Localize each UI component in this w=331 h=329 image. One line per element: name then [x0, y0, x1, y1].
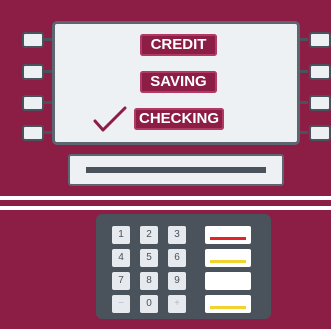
key-7[interactable]: 7 — [112, 272, 130, 290]
enter-key[interactable] — [205, 295, 251, 313]
option-credit[interactable]: CREDIT — [140, 34, 217, 56]
divider-stripe — [0, 206, 331, 210]
left-side-button-2[interactable] — [22, 64, 44, 80]
clear-key[interactable] — [205, 249, 251, 267]
key-8[interactable]: 8 — [140, 272, 158, 290]
atm-screen: CREDIT SAVING CHECKING — [52, 21, 300, 145]
divider-stripe — [0, 196, 331, 200]
left-side-button-4[interactable] — [22, 125, 44, 141]
key-2[interactable]: 2 — [140, 226, 158, 244]
side-button-connector — [43, 131, 52, 134]
right-side-button-4[interactable] — [309, 125, 331, 141]
key-5[interactable]: 5 — [140, 249, 158, 267]
atm-machine: CREDIT SAVING CHECKING 1 2 3 4 5 6 7 8 9… — [0, 0, 331, 329]
key-4[interactable]: 4 — [112, 249, 130, 267]
checkmark-icon — [93, 106, 127, 132]
blank-key[interactable] — [205, 272, 251, 290]
right-side-button-1[interactable] — [309, 32, 331, 48]
side-button-connector — [43, 101, 52, 104]
key-9[interactable]: 9 — [168, 272, 186, 290]
cancel-key[interactable] — [205, 226, 251, 244]
enter-key-stripe — [210, 306, 246, 309]
key-6[interactable]: 6 — [168, 249, 186, 267]
option-saving[interactable]: SAVING — [140, 71, 217, 93]
key-minus[interactable]: − — [112, 295, 130, 313]
option-checking[interactable]: CHECKING — [134, 108, 224, 130]
side-button-connector — [299, 101, 308, 104]
left-side-button-3[interactable] — [22, 95, 44, 111]
side-button-connector — [299, 70, 308, 73]
side-button-connector — [299, 131, 308, 134]
side-button-connector — [299, 38, 308, 41]
key-1[interactable]: 1 — [112, 226, 130, 244]
side-button-connector — [43, 38, 52, 41]
right-side-button-2[interactable] — [309, 64, 331, 80]
left-side-button-1[interactable] — [22, 32, 44, 48]
key-plus[interactable]: + — [168, 295, 186, 313]
key-3[interactable]: 3 — [168, 226, 186, 244]
side-button-connector — [43, 70, 52, 73]
key-0[interactable]: 0 — [140, 295, 158, 313]
cancel-key-stripe — [210, 237, 246, 240]
card-slot-opening[interactable] — [86, 167, 266, 173]
clear-key-stripe — [210, 260, 246, 263]
keypad: 1 2 3 4 5 6 7 8 9 − 0 + — [96, 214, 271, 319]
right-side-button-3[interactable] — [309, 95, 331, 111]
card-slot — [68, 154, 284, 186]
